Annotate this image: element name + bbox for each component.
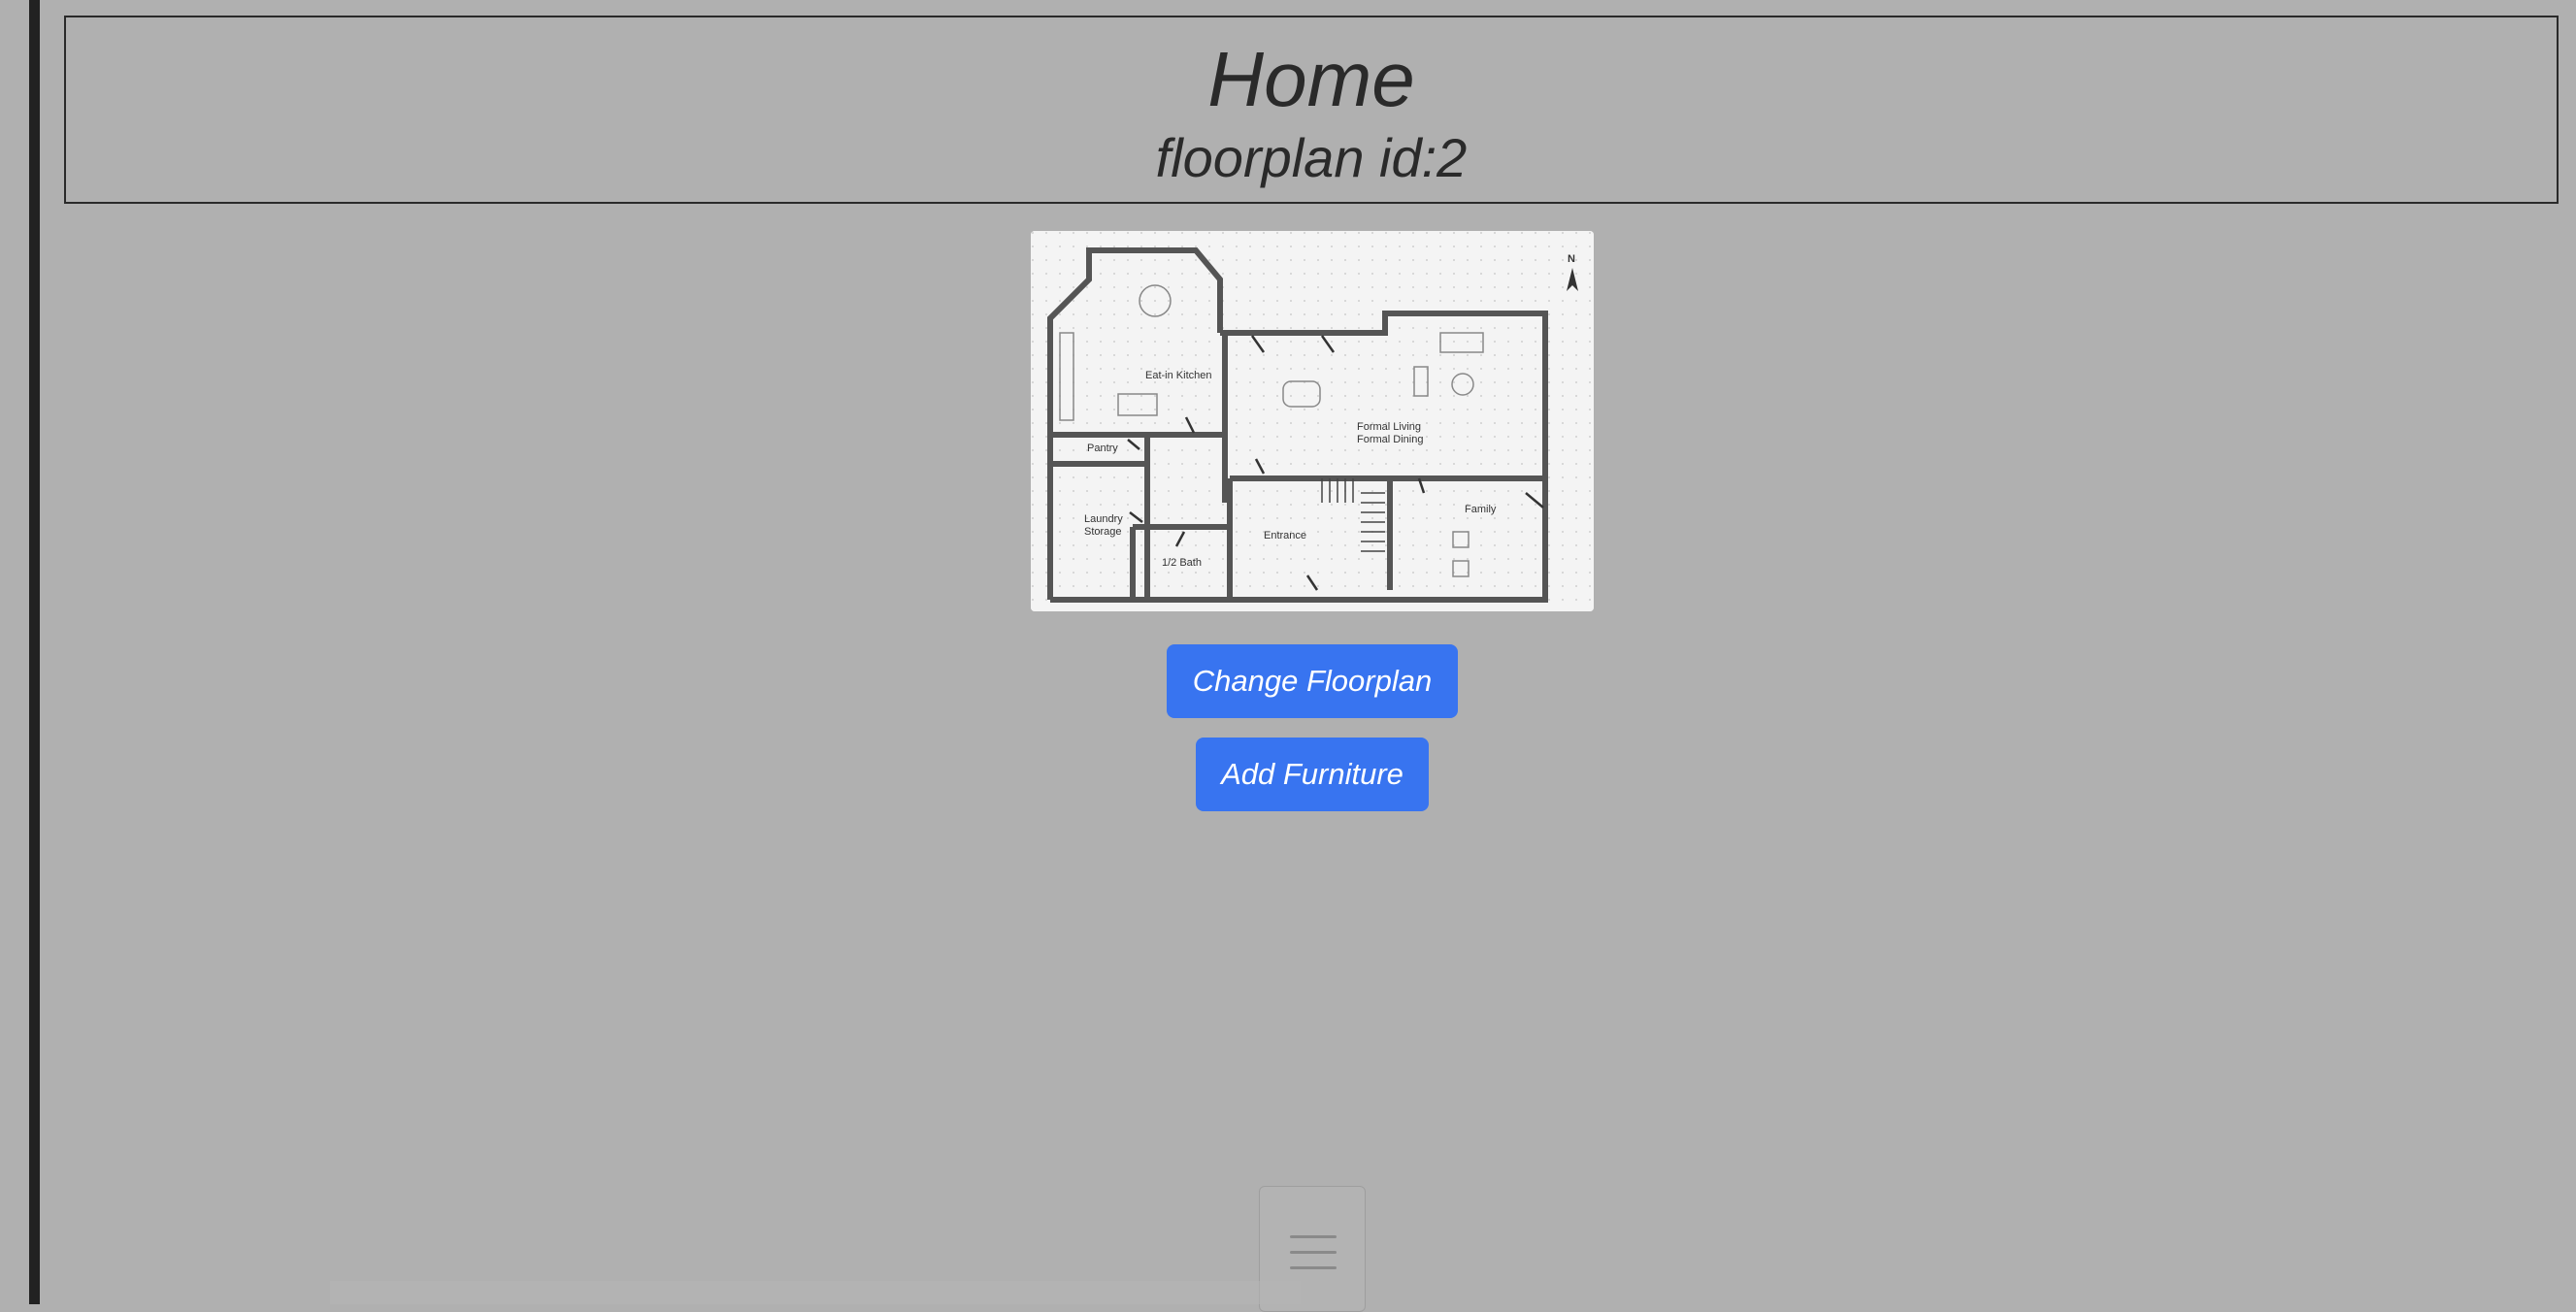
north-arrow-label: N bbox=[1568, 253, 1575, 265]
room-label-formal-living: Formal Living bbox=[1357, 421, 1421, 433]
menu-bar bbox=[1290, 1251, 1337, 1254]
add-furniture-button[interactable]: Add Furniture bbox=[1196, 738, 1429, 811]
room-label-formal-dining: Formal Dining bbox=[1357, 434, 1423, 445]
page-header: Home floorplan id:2 bbox=[64, 16, 2559, 204]
page-title: Home bbox=[1207, 36, 1415, 122]
menu-bar bbox=[1290, 1235, 1337, 1238]
menu-bar bbox=[1290, 1266, 1337, 1269]
room-label-family: Family bbox=[1465, 504, 1497, 515]
room-label-storage: Storage bbox=[1084, 526, 1122, 538]
change-floorplan-button[interactable]: Change Floorplan bbox=[1167, 644, 1458, 718]
floorplan-image: Eat-in Kitchen Pantry Laundry Storage 1/… bbox=[1031, 231, 1594, 611]
room-label-kitchen: Eat-in Kitchen bbox=[1145, 370, 1211, 381]
floorplan-id-label: floorplan id:2 bbox=[1155, 127, 1468, 188]
room-label-half-bath: 1/2 Bath bbox=[1162, 557, 1202, 569]
room-label-pantry: Pantry bbox=[1087, 443, 1118, 454]
room-label-entrance: Entrance bbox=[1264, 530, 1306, 541]
bottom-shadow bbox=[330, 1281, 1301, 1304]
left-rail bbox=[29, 0, 40, 1304]
room-label-laundry: Laundry bbox=[1084, 513, 1123, 525]
